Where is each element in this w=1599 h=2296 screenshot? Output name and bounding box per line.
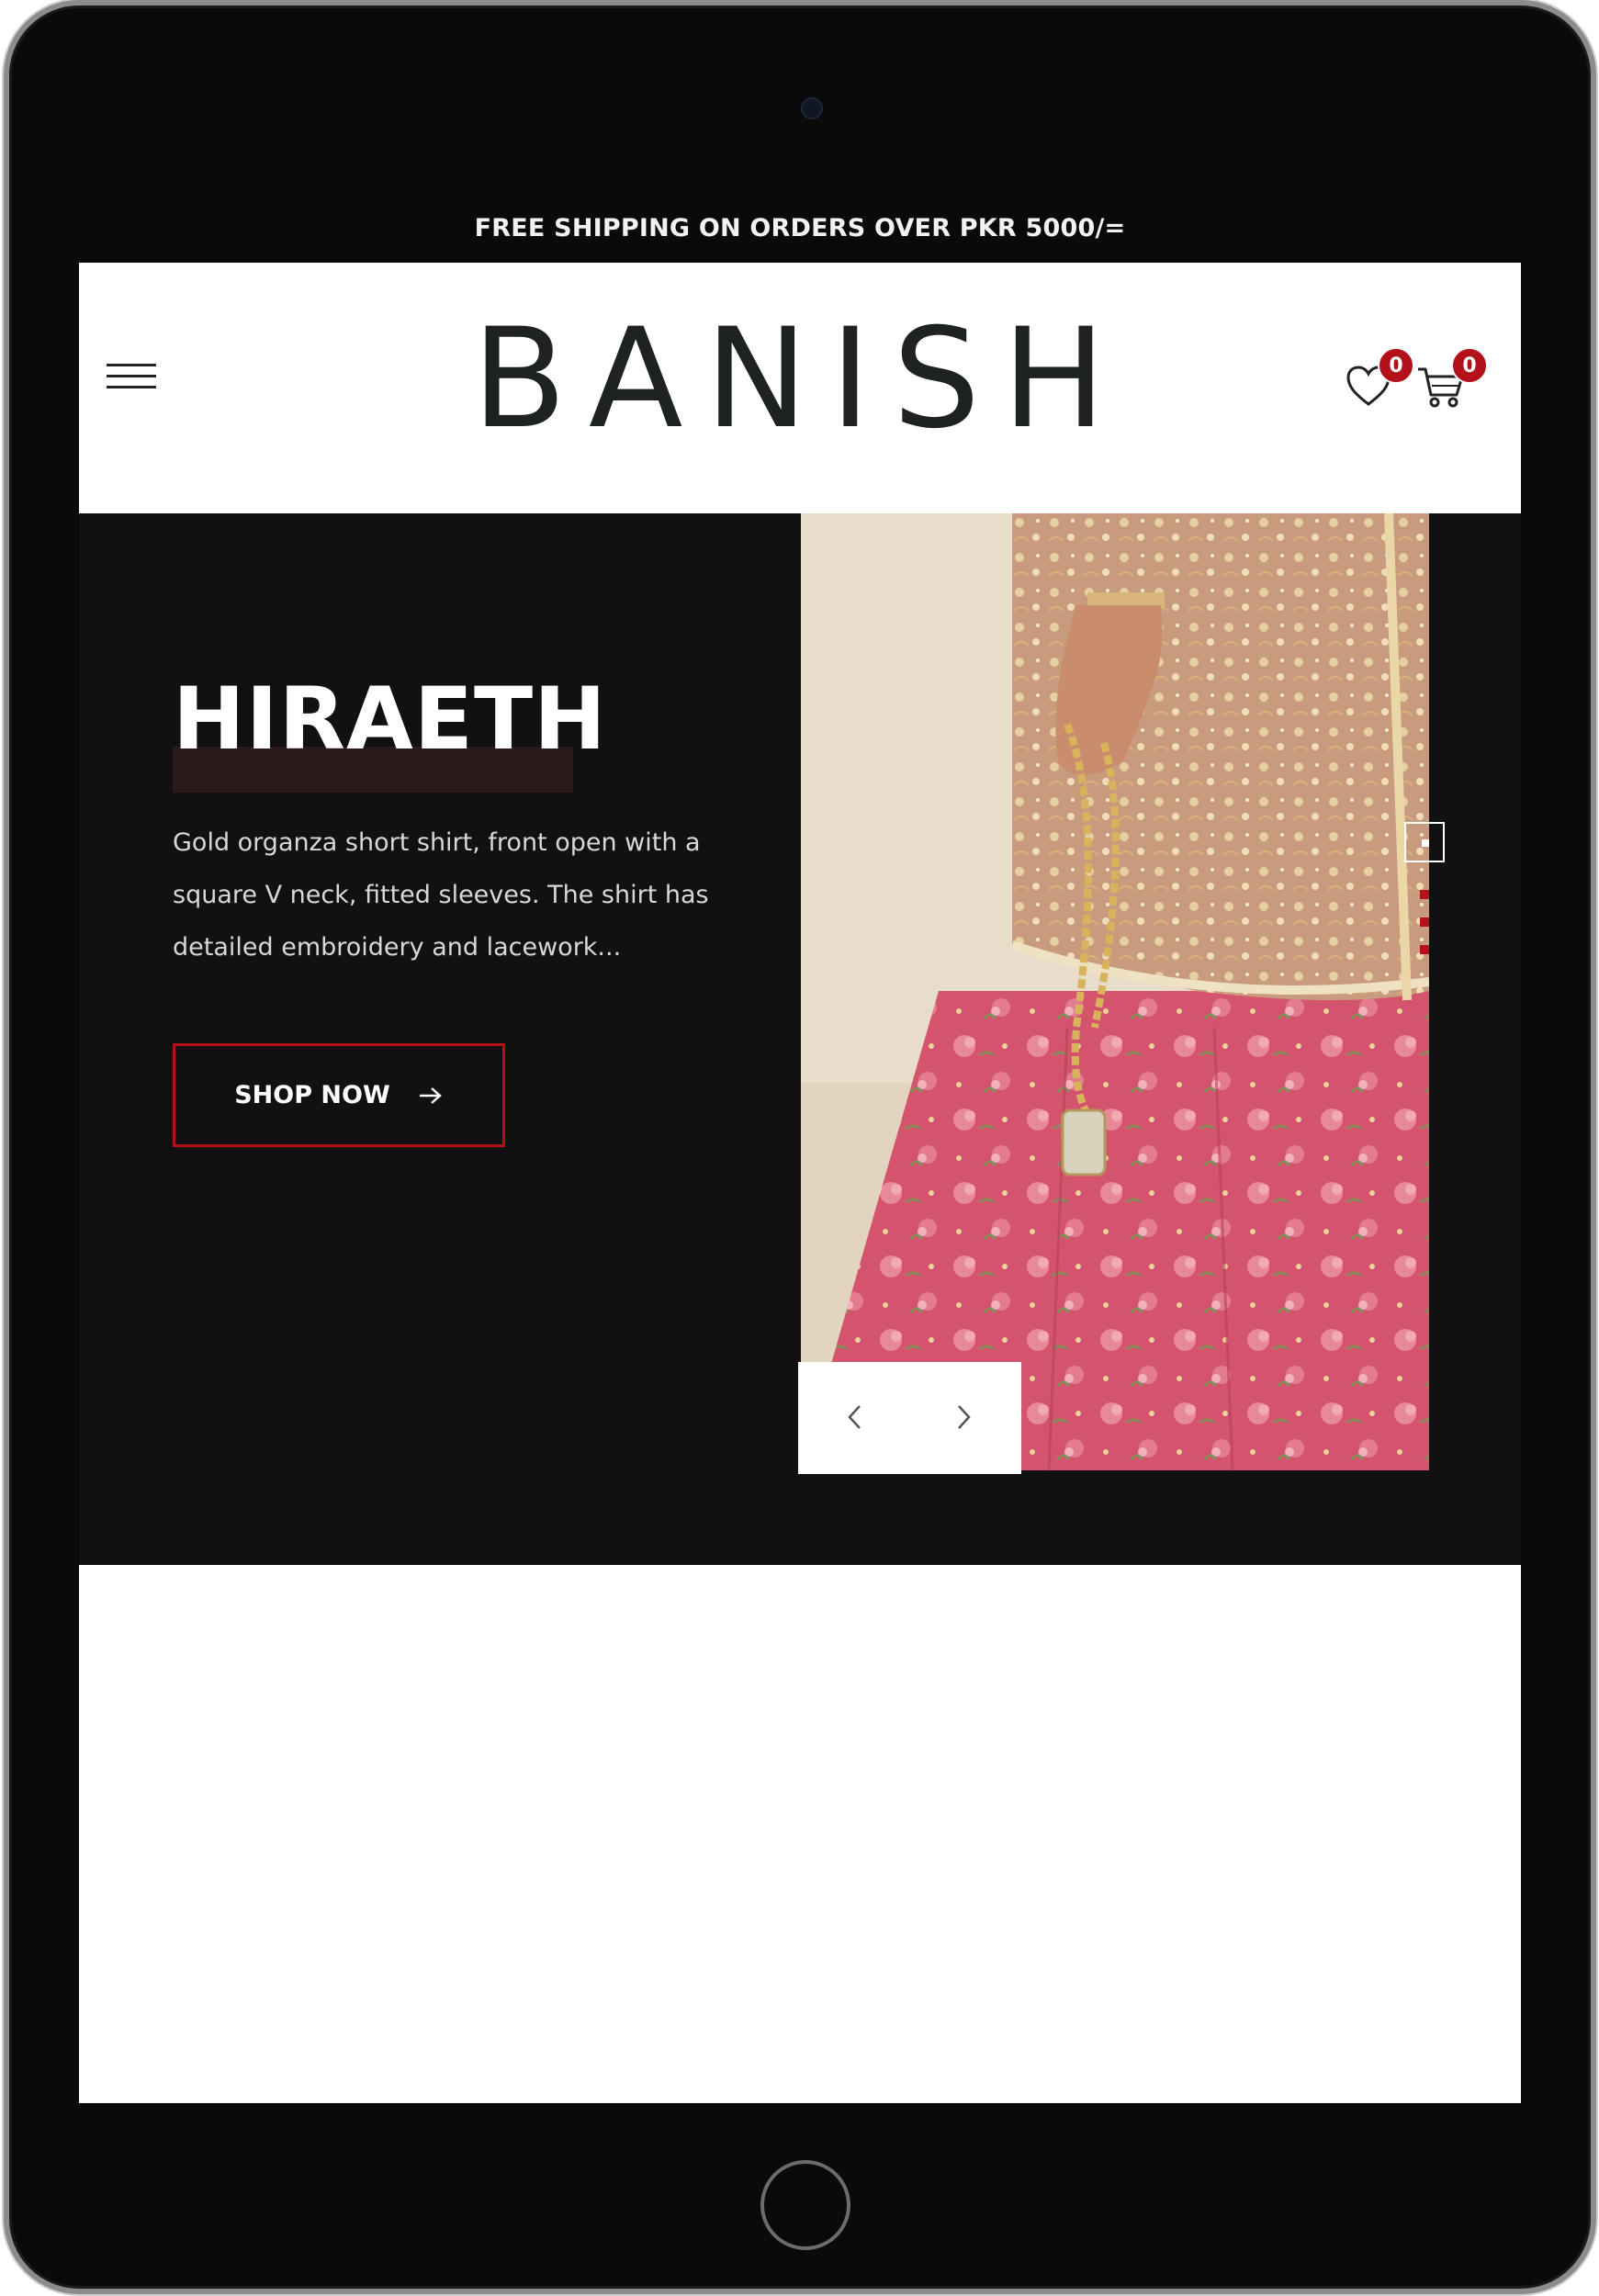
slide-indicator[interactable] [1420, 945, 1429, 954]
cart-count-badge: 0 [1451, 347, 1488, 384]
slide-indicator[interactable] [1420, 890, 1429, 899]
hero-product-image[interactable] [801, 513, 1429, 1470]
content-area [79, 1565, 1521, 2103]
shop-now-label: SHOP NOW [234, 1081, 390, 1109]
chevron-left-icon [848, 1405, 861, 1429]
hero-slider: HIRAETH Gold organza short shirt, front … [79, 513, 1521, 1565]
arrow-right-icon [419, 1086, 442, 1104]
brand-logo[interactable]: BANISH [400, 310, 1199, 448]
hero-description: Gold organza short shirt, front open wit… [173, 828, 709, 962]
camera [801, 97, 823, 119]
screen: FREE SHIPPING ON ORDERS OVER PKR 5000/= … [79, 193, 1521, 2103]
slider-navigation [798, 1362, 1021, 1474]
site-header: BANISH 0 0 [79, 263, 1521, 513]
prev-slide-button[interactable] [828, 1390, 883, 1445]
hero-title: HIRAETH [173, 670, 607, 770]
shop-now-button[interactable]: SHOP NOW [173, 1043, 505, 1147]
hero-illustration [801, 513, 1429, 1470]
announcement-bar: FREE SHIPPING ON ORDERS OVER PKR 5000/= [79, 193, 1521, 263]
slide-indicator[interactable] [1420, 917, 1429, 927]
cart-button[interactable]: 0 [1418, 347, 1488, 408]
menu-icon[interactable] [107, 364, 158, 400]
home-button[interactable] [760, 2160, 850, 2250]
slide-indicator-active[interactable] [1404, 822, 1445, 862]
wishlist-button[interactable]: 0 [1346, 347, 1414, 408]
wishlist-count-badge: 0 [1378, 347, 1414, 384]
next-slide-button[interactable] [936, 1390, 991, 1445]
chevron-right-icon [958, 1405, 971, 1429]
